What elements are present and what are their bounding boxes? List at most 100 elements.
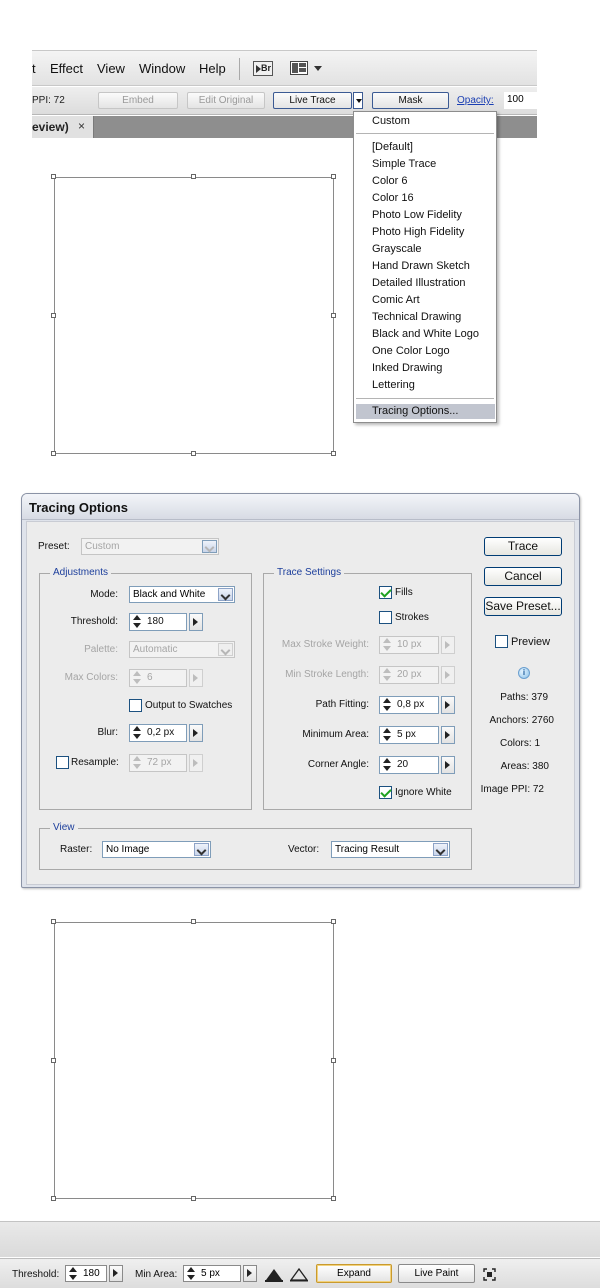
threshold-stepper[interactable]: 180 bbox=[65, 1265, 107, 1282]
stepper-arrows-icon[interactable] bbox=[381, 668, 392, 682]
preset-item[interactable]: Hand Drawn Sketch bbox=[372, 260, 470, 272]
workspace-switcher-icon[interactable] bbox=[290, 61, 308, 75]
preset-item-custom[interactable]: Custom bbox=[372, 115, 410, 127]
menu-item-edit[interactable]: t bbox=[32, 61, 36, 76]
preset-item[interactable]: Color 16 bbox=[372, 192, 414, 204]
menu-item-effect[interactable]: Effect bbox=[50, 61, 83, 76]
menu-item-view[interactable]: View bbox=[97, 61, 125, 76]
palette-select[interactable]: Automatic bbox=[129, 641, 235, 658]
ignore-white-checkbox[interactable] bbox=[379, 786, 392, 799]
output-to-swatches-checkbox[interactable] bbox=[129, 699, 142, 712]
selection-handle[interactable] bbox=[51, 174, 56, 179]
selection-handle[interactable] bbox=[191, 1196, 196, 1201]
fit-screen-icon[interactable] bbox=[483, 1268, 496, 1281]
preset-item[interactable]: Technical Drawing bbox=[372, 311, 461, 323]
strokes-checkbox[interactable] bbox=[379, 611, 392, 624]
selection-handle[interactable] bbox=[51, 919, 56, 924]
preset-item[interactable]: Comic Art bbox=[372, 294, 420, 306]
max-stroke-weight-slider-button[interactable] bbox=[441, 636, 455, 654]
embed-button[interactable]: Embed bbox=[98, 92, 178, 109]
corner-angle-slider-button[interactable] bbox=[441, 756, 455, 774]
preset-item[interactable]: Inked Drawing bbox=[372, 362, 442, 374]
path-fitting-stepper[interactable]: 0,8 px bbox=[379, 696, 439, 714]
max-colors-slider-button[interactable] bbox=[189, 669, 203, 687]
stepper-arrows-icon[interactable] bbox=[131, 615, 142, 629]
preset-item[interactable]: Color 6 bbox=[372, 175, 407, 187]
chevron-down-icon[interactable] bbox=[314, 66, 322, 71]
live-paint-button[interactable]: Live Paint bbox=[398, 1264, 475, 1283]
live-trace-button[interactable]: Live Trace bbox=[273, 92, 352, 109]
stepper-arrows-icon[interactable] bbox=[381, 728, 392, 742]
max-colors-stepper[interactable]: 6 bbox=[129, 669, 187, 687]
selection-handle[interactable] bbox=[331, 451, 336, 456]
selection-handle[interactable] bbox=[331, 313, 336, 318]
selection-handle[interactable] bbox=[51, 313, 56, 318]
selection-handle[interactable] bbox=[51, 1058, 56, 1063]
traced-texture-image[interactable] bbox=[92, 958, 299, 1164]
expand-button[interactable]: Expand bbox=[316, 1264, 392, 1283]
selection-handle[interactable] bbox=[331, 1058, 336, 1063]
raster-view-icon[interactable] bbox=[265, 1266, 283, 1282]
preset-item[interactable]: Detailed Illustration bbox=[372, 277, 466, 289]
selection-handle[interactable] bbox=[331, 1196, 336, 1201]
blur-stepper[interactable]: 0,2 px bbox=[129, 724, 187, 742]
selection-handle[interactable] bbox=[191, 451, 196, 456]
resample-slider-button[interactable] bbox=[189, 754, 203, 772]
fills-checkbox[interactable] bbox=[379, 586, 392, 599]
preset-item[interactable]: Photo Low Fidelity bbox=[372, 209, 462, 221]
dialog-titlebar[interactable]: Tracing Options bbox=[22, 494, 579, 520]
path-fitting-slider-button[interactable] bbox=[441, 696, 455, 714]
edit-original-button[interactable]: Edit Original bbox=[187, 92, 265, 109]
close-icon[interactable]: × bbox=[78, 119, 85, 133]
trace-button[interactable]: Trace bbox=[484, 537, 562, 556]
vector-select[interactable]: Tracing Result bbox=[331, 841, 450, 858]
min-area-stepper[interactable]: 5 px bbox=[183, 1265, 241, 1282]
preset-item[interactable]: Simple Trace bbox=[372, 158, 436, 170]
threshold-slider-button[interactable] bbox=[109, 1265, 123, 1282]
stepper-arrows-icon[interactable] bbox=[67, 1267, 78, 1280]
stepper-arrows-icon[interactable] bbox=[131, 726, 142, 740]
resample-checkbox[interactable] bbox=[56, 756, 69, 769]
minimum-area-slider-button[interactable] bbox=[441, 726, 455, 744]
max-stroke-weight-stepper[interactable]: 10 px bbox=[379, 636, 439, 654]
selection-handle[interactable] bbox=[191, 919, 196, 924]
stepper-arrows-icon[interactable] bbox=[381, 638, 392, 652]
preset-item[interactable]: [Default] bbox=[372, 141, 413, 153]
minimum-area-stepper[interactable]: 5 px bbox=[379, 726, 439, 744]
menu-item-window[interactable]: Window bbox=[139, 61, 185, 76]
tracing-options-menu-item[interactable]: Tracing Options... bbox=[372, 405, 458, 417]
selection-handle[interactable] bbox=[191, 174, 196, 179]
preset-item[interactable]: Lettering bbox=[372, 379, 415, 391]
stepper-arrows-icon[interactable] bbox=[185, 1267, 196, 1280]
save-preset-button[interactable]: Save Preset... bbox=[484, 597, 562, 616]
stepper-arrows-icon[interactable] bbox=[381, 698, 392, 712]
mask-button[interactable]: Mask bbox=[372, 92, 449, 109]
document-tab[interactable]: eview) × bbox=[32, 116, 94, 138]
selection-handle[interactable] bbox=[331, 174, 336, 179]
selection-handle[interactable] bbox=[51, 1196, 56, 1201]
cancel-button[interactable]: Cancel bbox=[484, 567, 562, 586]
preset-item[interactable]: Black and White Logo bbox=[372, 328, 479, 340]
mode-select[interactable]: Black and White bbox=[129, 586, 235, 603]
bridge-icon[interactable]: Br bbox=[253, 61, 273, 76]
min-area-slider-button[interactable] bbox=[243, 1265, 257, 1282]
stepper-arrows-icon[interactable] bbox=[381, 758, 392, 772]
preset-item[interactable]: Grayscale bbox=[372, 243, 422, 255]
stepper-arrows-icon[interactable] bbox=[131, 671, 142, 685]
opacity-label[interactable]: Opacity: bbox=[457, 95, 494, 106]
threshold-slider-button[interactable] bbox=[189, 613, 203, 631]
threshold-stepper[interactable]: 180 bbox=[129, 613, 187, 631]
stepper-arrows-icon[interactable] bbox=[131, 756, 142, 770]
preview-checkbox[interactable] bbox=[495, 635, 508, 648]
trace-presets-dropdown-button[interactable] bbox=[353, 92, 363, 109]
menu-item-help[interactable]: Help bbox=[199, 61, 226, 76]
placed-texture-image[interactable] bbox=[91, 212, 297, 418]
min-stroke-length-stepper[interactable]: 20 px bbox=[379, 666, 439, 684]
corner-angle-stepper[interactable]: 20 bbox=[379, 756, 439, 774]
raster-select[interactable]: No Image bbox=[102, 841, 211, 858]
min-stroke-length-slider-button[interactable] bbox=[441, 666, 455, 684]
resample-stepper[interactable]: 72 px bbox=[129, 754, 187, 772]
opacity-input[interactable]: 100 bbox=[504, 92, 537, 109]
selection-handle[interactable] bbox=[331, 919, 336, 924]
preset-item[interactable]: Photo High Fidelity bbox=[372, 226, 464, 238]
